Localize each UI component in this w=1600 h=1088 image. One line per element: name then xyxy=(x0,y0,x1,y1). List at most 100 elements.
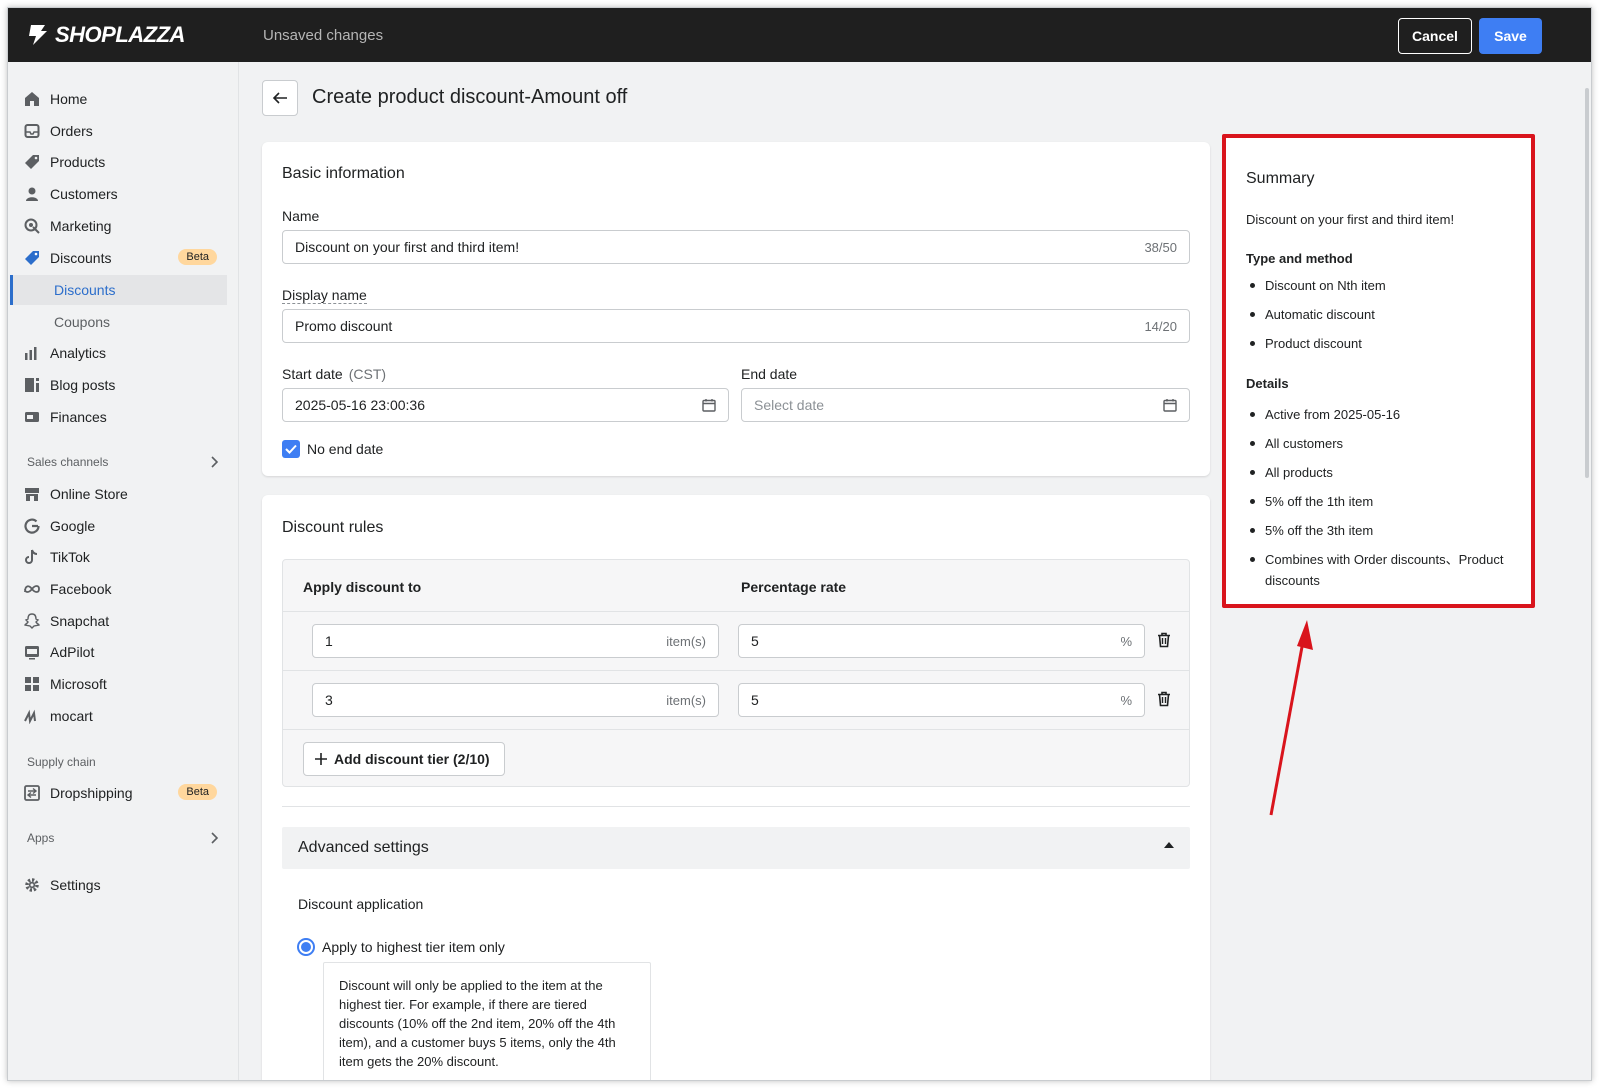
sidebar-item-label: TikTok xyxy=(50,549,90,565)
microsoft-icon xyxy=(25,677,39,691)
sidebar-subitem-discounts[interactable]: Discounts xyxy=(10,275,227,305)
beta-badge: Beta xyxy=(178,784,217,800)
start-date-label: Start date (CST) xyxy=(282,366,386,382)
snapchat-icon xyxy=(24,613,40,629)
start-date-input[interactable]: 2025-05-16 23:00:36 xyxy=(282,388,729,422)
trash-icon[interactable] xyxy=(1156,632,1172,648)
sidebar-item-analytics[interactable]: Analytics xyxy=(24,339,229,367)
sidebar-item-blog-posts[interactable]: Blog posts xyxy=(24,371,229,399)
section-label: Apps xyxy=(27,831,55,845)
sidebar-item-label: Discounts xyxy=(50,250,112,266)
meta-icon xyxy=(24,585,40,593)
plus-icon xyxy=(315,753,327,765)
start-date-value: 2025-05-16 23:00:36 xyxy=(295,397,425,413)
no-end-date-label[interactable]: No end date xyxy=(307,441,383,457)
apps-header[interactable]: Apps xyxy=(27,831,219,845)
discount-application-label: Discount application xyxy=(298,896,424,912)
tier-items-value: 1 xyxy=(325,633,333,649)
beta-badge: Beta xyxy=(178,249,217,265)
advanced-settings-title: Advanced settings xyxy=(298,839,429,856)
sidebar-subitem-coupons[interactable]: Coupons xyxy=(10,307,227,337)
inbox-icon xyxy=(24,124,40,138)
display-name-char-count: 14/20 xyxy=(1144,318,1177,334)
card-title: Basic information xyxy=(282,165,405,182)
type-method-list: Discount on Nth item Automatic discount … xyxy=(1246,275,1526,362)
end-date-input[interactable]: Select date xyxy=(741,388,1190,422)
display-name-input[interactable]: Promo discount 14/20 xyxy=(282,309,1190,343)
sidebar-item-orders[interactable]: Orders xyxy=(24,117,229,145)
name-input[interactable]: Discount on your first and third item! 3… xyxy=(282,230,1190,264)
sidebar-item-microsoft[interactable]: Microsoft xyxy=(24,670,229,698)
sidebar-item-label: Orders xyxy=(50,123,93,139)
calendar-icon xyxy=(702,399,716,412)
column-header-apply: Apply discount to xyxy=(303,579,422,595)
name-value: Discount on your first and third item! xyxy=(295,239,520,255)
sidebar-item-label: Home xyxy=(50,91,88,107)
sidebar-item-label: Analytics xyxy=(50,345,107,361)
highest-tier-radio[interactable] xyxy=(297,938,315,956)
highest-tier-label[interactable]: Apply to highest tier item only xyxy=(322,939,505,955)
end-date-placeholder: Select date xyxy=(754,397,825,413)
sidebar-item-customers[interactable]: Customers xyxy=(24,180,229,208)
page-title: Create product discount-Amount off xyxy=(312,86,628,108)
sidebar-item-label: Microsoft xyxy=(50,676,107,692)
sidebar-item-label: Customers xyxy=(50,186,118,202)
tier-items-input[interactable]: 1 item(s) xyxy=(312,624,719,658)
sidebar-item-dropshipping[interactable]: Dropshipping Beta xyxy=(24,779,229,807)
sidebar-item-tiktok[interactable]: TikTok xyxy=(24,543,229,571)
percent-suffix: % xyxy=(1120,692,1132,708)
back-button[interactable] xyxy=(262,80,298,116)
tier-rate-input[interactable]: 5 % xyxy=(738,683,1145,717)
sidebar-item-google[interactable]: Google xyxy=(24,512,229,540)
brand-name: SHOPLAZZA xyxy=(55,22,185,47)
sidebar-item-snapchat[interactable]: Snapchat xyxy=(24,607,229,635)
details-heading: Details xyxy=(1246,376,1289,391)
google-icon xyxy=(24,518,40,534)
table-row: 3 item(s) 5 % xyxy=(283,671,1189,730)
sidebar-item-label: Products xyxy=(50,154,106,170)
sidebar-item-marketing[interactable]: Marketing xyxy=(24,212,229,240)
basic-info-card: Basic information Name Discount on your … xyxy=(262,142,1210,476)
shoplazza-logo-icon xyxy=(29,25,47,45)
tier-rate-input[interactable]: 5 % xyxy=(738,624,1145,658)
display-name-label: Display name xyxy=(282,287,367,304)
sidebar-item-settings[interactable]: Settings xyxy=(24,871,229,899)
advanced-settings-toggle[interactable]: Advanced settings xyxy=(282,827,1190,869)
unsaved-status: Unsaved changes xyxy=(263,27,384,44)
name-label: Name xyxy=(282,208,320,224)
sidebar-item-label: Marketing xyxy=(50,218,112,234)
sidebar-item-adpilot[interactable]: AdPilot xyxy=(24,638,229,666)
trash-icon[interactable] xyxy=(1156,691,1172,707)
sidebar-item-home[interactable]: Home xyxy=(24,85,229,113)
dropshipping-icon xyxy=(24,785,40,801)
sales-channels-header[interactable]: Sales channels xyxy=(27,455,219,469)
discount-icon xyxy=(25,251,39,265)
sidebar-item-finances[interactable]: Finances xyxy=(24,403,229,431)
tier-rate-value: 5 xyxy=(751,692,759,708)
brand-logo[interactable]: SHOPLAZZA xyxy=(27,22,185,48)
checkmark-icon xyxy=(285,444,297,454)
sidebar-item-label: Settings xyxy=(50,877,101,893)
adpilot-icon xyxy=(25,646,39,660)
sidebar-item-label: Snapchat xyxy=(50,613,110,629)
section-label: Supply chain xyxy=(27,755,96,769)
sidebar-item-products[interactable]: Products xyxy=(24,148,229,176)
sidebar-item-mocart[interactable]: mocart xyxy=(24,702,229,730)
target-icon xyxy=(24,218,40,234)
save-button[interactable]: Save xyxy=(1479,18,1542,54)
add-discount-tier-button[interactable]: Add discount tier (2/10) xyxy=(303,742,505,776)
tier-items-value: 3 xyxy=(325,692,333,708)
page-scrollbar[interactable] xyxy=(1585,88,1589,478)
list-item: Automatic discount xyxy=(1246,304,1526,325)
sidebar-item-facebook[interactable]: Facebook xyxy=(24,575,229,603)
tier-items-input[interactable]: 3 item(s) xyxy=(312,683,719,717)
mocart-icon xyxy=(24,709,36,724)
sidebar-item-label: AdPilot xyxy=(50,644,95,660)
sidebar-item-discounts[interactable]: Discounts Beta xyxy=(24,244,229,272)
table-row: 1 item(s) 5 % xyxy=(283,612,1189,671)
app-window: SHOPLAZZA Unsaved changes Cancel Save Ho… xyxy=(7,7,1592,1081)
cancel-button[interactable]: Cancel xyxy=(1398,18,1472,54)
sidebar-item-online-store[interactable]: Online Store xyxy=(24,480,229,508)
list-item: All customers xyxy=(1246,433,1526,454)
no-end-date-checkbox[interactable] xyxy=(282,440,300,458)
